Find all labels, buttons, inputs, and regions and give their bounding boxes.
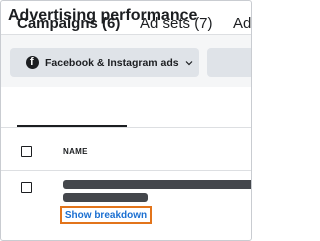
select-all-checkbox[interactable]: [21, 146, 32, 157]
advertising-performance-panel: Advertising performance f Facebook & Ins…: [0, 0, 252, 241]
facebook-icon: f: [26, 56, 39, 69]
tab-ads[interactable]: Ad: [233, 15, 251, 32]
show-breakdown-button[interactable]: Show breakdown: [60, 206, 152, 224]
show-breakdown-label: Show breakdown: [64, 209, 148, 221]
divider: [1, 170, 251, 171]
redacted-campaign-name: [63, 180, 251, 189]
tab-campaigns[interactable]: Campaigns (6): [17, 15, 120, 32]
row-checkbox[interactable]: [21, 182, 32, 193]
tab-ad-sets[interactable]: Ad sets (7): [140, 15, 213, 32]
platform-filter-button[interactable]: f Facebook & Instagram ads: [10, 48, 199, 77]
chevron-down-icon: [185, 60, 193, 65]
divider: [1, 127, 251, 128]
column-header-name: NAME: [63, 147, 88, 156]
secondary-filter-button[interactable]: [207, 48, 251, 77]
platform-filter-label: Facebook & Instagram ads: [45, 56, 179, 69]
redacted-campaign-subtext: [63, 193, 148, 202]
